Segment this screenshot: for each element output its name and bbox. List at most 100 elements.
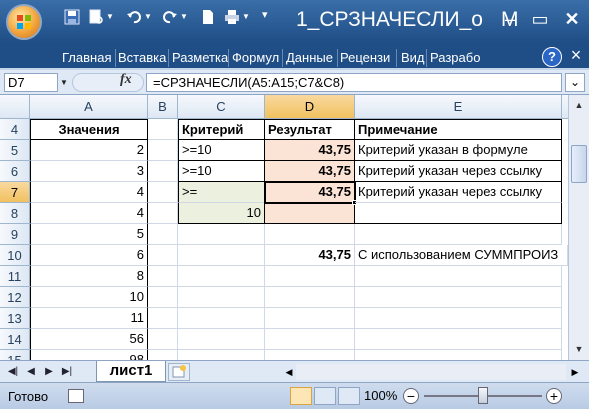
cell-a9[interactable]: 5 [30,224,148,245]
zoom-out-icon[interactable]: − [403,388,419,404]
row-header[interactable]: 6 [0,161,30,182]
tab-data[interactable]: Данные [286,47,333,69]
cell-a13[interactable]: 11 [30,308,148,329]
new-document-icon[interactable] [200,9,216,25]
cell-b6[interactable] [148,161,178,182]
cell-d10[interactable]: 43,75 [265,245,355,266]
cell-e6[interactable]: Критерий указан через ссылку [355,161,562,182]
cell-c9[interactable] [178,224,265,245]
row-header[interactable]: 8 [0,203,30,224]
tab-insert[interactable]: Вставка [118,47,166,69]
help-icon[interactable]: ? [542,47,562,67]
cell-b8[interactable] [148,203,178,224]
expand-formula-bar-icon[interactable]: ⌄ [565,73,585,92]
column-header-e[interactable]: E [355,95,562,119]
cell-c14[interactable] [178,329,265,350]
cell-b4[interactable] [148,119,178,140]
scroll-up-icon[interactable]: ▲ [571,97,587,113]
cell-e12[interactable] [355,287,562,308]
column-header-b[interactable]: B [148,95,178,119]
tab-formulas[interactable]: Формул [232,47,279,69]
cell-d14[interactable] [265,329,355,350]
cell-d6[interactable]: 43,75 [265,161,355,182]
redo-icon[interactable] [162,9,178,25]
name-box[interactable]: D7 [4,73,58,92]
cell-d8[interactable] [265,203,355,224]
cell-c6[interactable]: >=10 [178,161,265,182]
zoom-slider-thumb[interactable] [478,387,488,404]
cell-e11[interactable] [355,266,562,287]
prev-sheet-icon[interactable]: ◀ [24,364,38,380]
sheet-tab-active[interactable]: лист1 [96,361,166,382]
cell-e7[interactable]: Критерий указан через ссылку [355,182,562,203]
last-sheet-icon[interactable]: ▶| [60,364,74,380]
cell-d11[interactable] [265,266,355,287]
cell-d13[interactable] [265,308,355,329]
cell-e8[interactable] [355,203,562,224]
tab-developer[interactable]: Разрабо [430,47,480,69]
zoom-in-icon[interactable]: + [546,388,562,404]
cell-b9[interactable] [148,224,178,245]
cell-e9[interactable] [355,224,562,245]
cell-c8[interactable]: 10 [178,203,265,224]
cell-d15[interactable] [265,350,355,360]
cell-b15[interactable] [148,350,178,360]
cell-b12[interactable] [148,287,178,308]
scroll-right-icon[interactable]: ▶ [568,365,582,379]
row-header[interactable]: 11 [0,266,30,287]
insert-sheet-icon[interactable] [168,363,190,381]
cell-e15[interactable] [355,350,562,360]
vertical-scrollbar[interactable]: ▲ ▼ [568,95,589,360]
cell-c13[interactable] [178,308,265,329]
row-header[interactable]: 14 [0,329,30,350]
cell-b7[interactable] [148,182,178,203]
cell-d12[interactable] [265,287,355,308]
row-header[interactable]: 9 [0,224,30,245]
column-header-a[interactable]: A [30,95,148,119]
qat-dropdown-icon[interactable]: ▼ [106,12,114,21]
cell-b13[interactable] [148,308,178,329]
cell-d5[interactable]: 43,75 [265,140,355,161]
scroll-left-icon[interactable]: ◀ [282,365,296,379]
close-workbook-icon[interactable]: × [566,45,586,67]
normal-view-icon[interactable] [290,387,312,405]
first-sheet-icon[interactable]: ◀| [6,364,20,380]
close-icon[interactable]: ✕ [558,6,586,32]
customize-qat-icon[interactable]: ▾ [262,8,268,21]
cell-c7[interactable]: >= [178,182,265,203]
undo-dropdown-icon[interactable]: ▼ [144,12,152,21]
cell-a8[interactable]: 4 [30,203,148,224]
formula-input[interactable]: =СРЗНАЧЕСЛИ(A5:A15;C7&C8) [146,73,562,92]
column-header-c[interactable]: C [178,95,265,119]
row-header[interactable]: 12 [0,287,30,308]
cell-a10[interactable]: 6 [30,245,148,266]
quick-print-icon[interactable] [224,9,240,25]
name-box-dropdown-icon[interactable]: ▼ [58,73,70,92]
select-all-corner[interactable] [0,95,30,119]
print-preview-icon[interactable] [88,9,104,25]
cell-c4[interactable]: Критерий [178,119,265,140]
cell-a14[interactable]: 56 [30,329,148,350]
cell-a6[interactable]: 3 [30,161,148,182]
cell-b14[interactable] [148,329,178,350]
print-dropdown-icon[interactable]: ▼ [242,12,250,21]
macro-record-icon[interactable] [68,389,84,403]
cell-a12[interactable]: 10 [30,287,148,308]
row-header[interactable]: 7 [0,182,30,203]
insert-function-icon[interactable]: fx [120,72,132,88]
tab-view[interactable]: Вид [401,47,425,69]
maximize-icon[interactable]: ▭ [526,6,554,32]
cell-c5[interactable]: >=10 [178,140,265,161]
cell-e10[interactable]: С использованием СУММПРОИЗ [355,245,568,266]
cell-b5[interactable] [148,140,178,161]
cell-b11[interactable] [148,266,178,287]
undo-icon[interactable] [126,9,142,25]
minimize-icon[interactable]: – [496,6,524,32]
cell-d9[interactable] [265,224,355,245]
scroll-down-icon[interactable]: ▼ [571,341,587,357]
cell-b10[interactable] [148,245,178,266]
row-header[interactable]: 13 [0,308,30,329]
cell-a4[interactable]: Значения [30,119,148,140]
column-header-d[interactable]: D [265,95,355,119]
tab-review[interactable]: Рецензи [340,47,390,69]
